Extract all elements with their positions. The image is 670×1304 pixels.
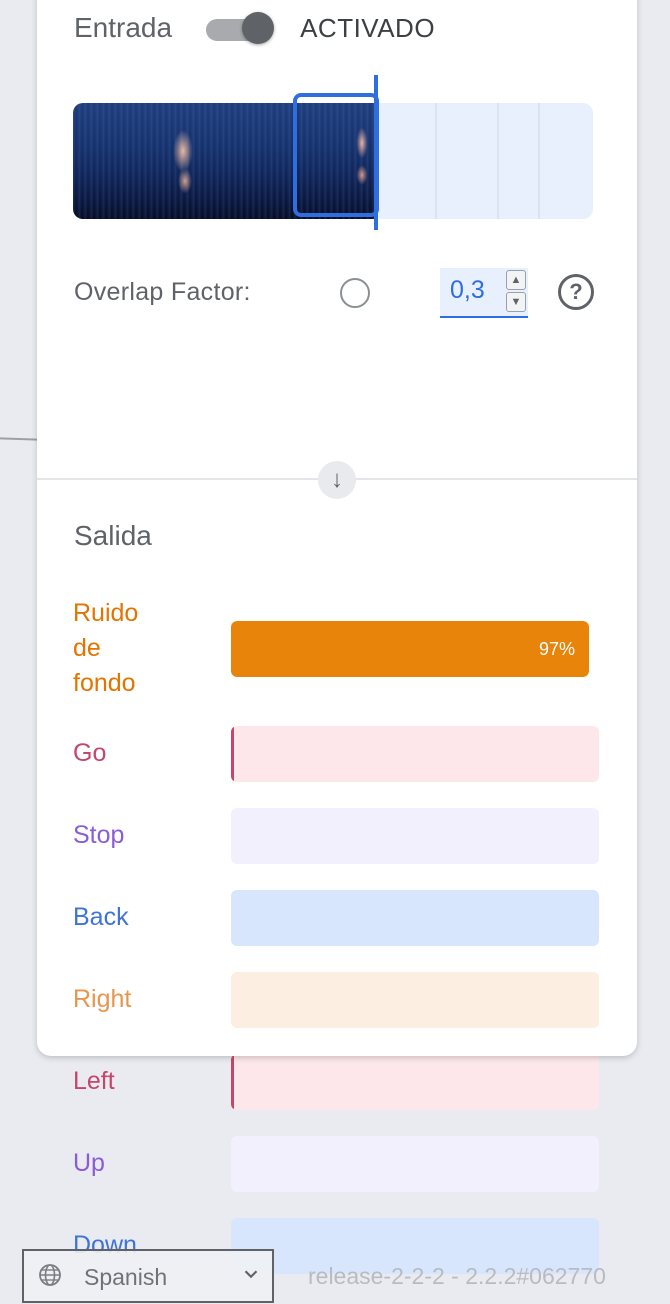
spectrogram-window (293, 93, 379, 217)
spectrogram-grid-line (435, 103, 437, 219)
output-bar-fill (231, 621, 589, 677)
output-bar: 97% (231, 621, 589, 677)
output-label-ruido-de-fondo: Ruido de fondo (73, 596, 138, 701)
output-label-back: Back (73, 903, 129, 931)
spectrogram-grid-line (538, 103, 540, 219)
chevron-down-icon (244, 1270, 258, 1279)
language-label: Spanish (84, 1264, 168, 1290)
output-bar (231, 726, 599, 782)
spectrogram-grid-line (497, 103, 499, 219)
question-circle-icon[interactable]: ? (558, 274, 594, 310)
spinner-down-icon[interactable]: ▼ (506, 292, 526, 312)
output-bar (231, 808, 599, 864)
spinner-up-icon[interactable]: ▲ (506, 270, 526, 290)
output-label-line: de (73, 634, 101, 662)
output-bar (231, 1136, 599, 1192)
overlap-radio[interactable] (340, 278, 370, 308)
output-label-stop: Stop (73, 821, 125, 849)
output-bar-fill (231, 726, 234, 782)
overlap-spinner: ▲ ▼ (506, 270, 526, 312)
overlap-factor-row: Overlap Factor: 0,3 ▲ ▼ ? (74, 268, 604, 318)
output-bar (231, 972, 599, 1028)
page: Entrada ACTIVADO Overlap Factor: 0,3 ▲ ▼… (0, 0, 670, 1304)
output-bar (231, 890, 599, 946)
output-label-go: Go (73, 739, 107, 767)
output-title: Salida (74, 520, 152, 551)
overlap-factor-input[interactable]: 0,3 ▲ ▼ (440, 268, 528, 318)
language-select[interactable]: Spanish (22, 1249, 274, 1303)
output-label-line: Ruido (73, 599, 139, 627)
arrow-down-icon: ↓ (318, 461, 356, 499)
output-label-right: Right (73, 985, 132, 1013)
output-label-left: Left (73, 1067, 115, 1095)
toggle-state-label: ACTIVADO (300, 12, 436, 43)
output-bar-fill (231, 1054, 234, 1110)
version-label: release-2-2-2 - 2.2.2#062770 (308, 1263, 606, 1289)
input-header: Entrada ACTIVADO (74, 8, 435, 48)
output-bar (231, 1054, 599, 1110)
overlap-factor-label: Overlap Factor: (74, 278, 251, 306)
background-line (0, 437, 39, 441)
output-bar-percent: 97% (538, 639, 575, 659)
toggle-knob (242, 12, 275, 44)
globe-icon (39, 1264, 61, 1286)
output-label-line: fondo (73, 669, 136, 697)
spectrogram-cursor (374, 75, 378, 230)
input-title: Entrada (74, 12, 173, 43)
input-toggle[interactable] (204, 10, 275, 46)
output-label-up: Up (73, 1149, 105, 1177)
overlap-factor-value: 0,3 (450, 276, 485, 304)
